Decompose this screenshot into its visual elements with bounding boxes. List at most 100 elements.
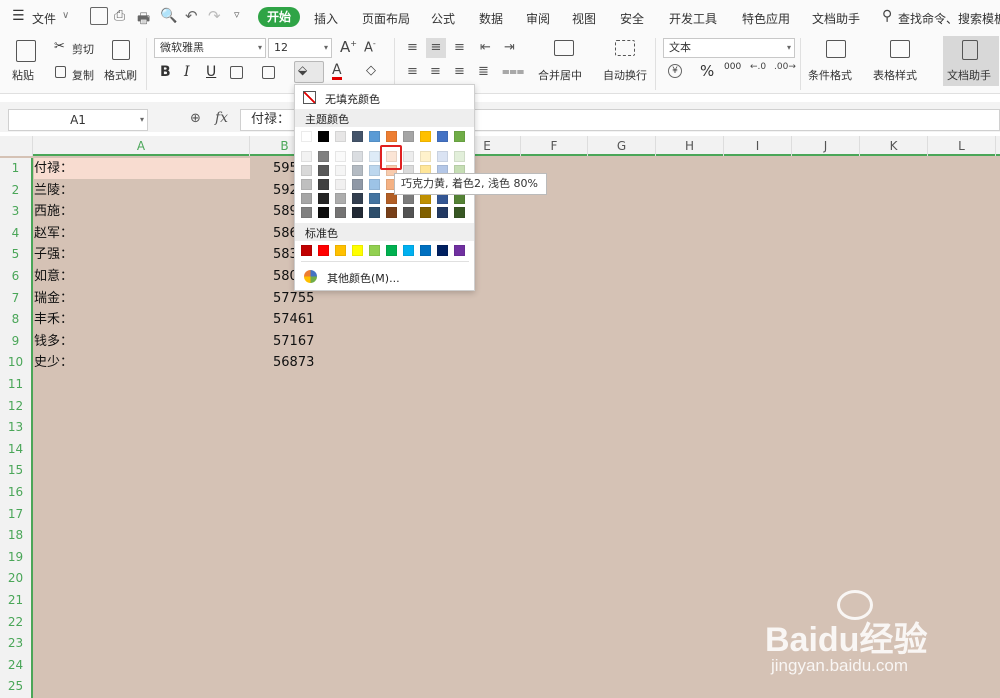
name-box[interactable]: A1 ▾ [8, 109, 148, 131]
search-command-input[interactable]: 查找命令、搜索模板 [898, 10, 1000, 27]
increase-font-icon[interactable]: A+ [340, 38, 357, 56]
row-header[interactable]: 16 [0, 482, 31, 504]
cell-a[interactable]: 如意： [34, 266, 73, 288]
theme-tint-swatch[interactable] [352, 151, 363, 162]
tab-data[interactable]: 数据 [479, 10, 503, 27]
font-color-icon[interactable]: A [332, 63, 342, 80]
copy-button[interactable]: 复制 [72, 67, 94, 83]
theme-color-swatch[interactable] [454, 131, 465, 142]
insert-function-button[interactable]: fx [215, 110, 228, 126]
standard-color-swatch[interactable] [301, 245, 312, 256]
theme-color-swatch[interactable] [420, 131, 431, 142]
underline-button[interactable]: U [206, 64, 216, 80]
percent-button[interactable]: % [700, 62, 714, 80]
search-icon[interactable]: ⚲ [882, 8, 892, 24]
decrease-font-icon[interactable]: A- [364, 39, 376, 55]
standard-color-swatch[interactable] [437, 245, 448, 256]
theme-tint-swatch[interactable] [352, 193, 363, 204]
theme-color-swatch[interactable] [301, 131, 312, 142]
tab-page-layout[interactable]: 页面布局 [362, 10, 410, 27]
column-header-j[interactable]: J [792, 136, 860, 156]
justify-icon[interactable]: ≣ [478, 64, 489, 79]
distributed-icon[interactable]: ⩶ [502, 64, 524, 79]
theme-tint-swatch[interactable] [403, 207, 414, 218]
align-center-icon[interactable]: ≡ [430, 64, 441, 79]
paste-icon[interactable] [16, 40, 36, 62]
decrease-decimal-icon[interactable]: .00→ [774, 62, 796, 72]
row-header[interactable]: 23 [0, 633, 31, 655]
print-preview-icon[interactable]: 🔍 [160, 8, 177, 24]
cell-a[interactable]: 赵军： [34, 223, 73, 245]
theme-tint-swatch[interactable] [301, 179, 312, 190]
row-header[interactable]: 13 [0, 417, 31, 439]
theme-tint-swatch[interactable] [335, 179, 346, 190]
theme-color-swatch[interactable] [352, 131, 363, 142]
standard-color-swatch[interactable] [454, 245, 465, 256]
cut-button[interactable]: 剪切 [72, 41, 94, 57]
number-format-select[interactable]: 文本 ▾ [663, 38, 795, 58]
theme-tint-swatch[interactable] [318, 207, 329, 218]
thousands-button[interactable]: 000 [724, 62, 741, 72]
column-header-l[interactable]: L [928, 136, 996, 156]
wrap-text-icon[interactable] [615, 40, 635, 56]
cell-a[interactable]: 子强： [34, 244, 73, 266]
column-header-g[interactable]: G [588, 136, 656, 156]
theme-tint-swatch[interactable] [301, 151, 312, 162]
cell-a[interactable]: 丰禾： [34, 309, 73, 331]
tab-developer[interactable]: 开发工具 [669, 10, 717, 27]
align-right-icon[interactable]: ≡ [454, 64, 465, 79]
merge-center-button[interactable]: 合并居中 [538, 67, 582, 83]
cell-a[interactable]: 瑞金： [34, 288, 73, 310]
bold-button[interactable]: B [160, 64, 171, 80]
theme-tint-swatch[interactable] [437, 207, 448, 218]
row-header[interactable]: 8 [0, 309, 31, 331]
column-header-f[interactable]: F [521, 136, 588, 156]
menu-icon[interactable]: ☰ [12, 9, 25, 23]
zoom-formula-icon[interactable]: ⊕ [190, 111, 201, 126]
indent-increase-icon[interactable]: ⇥ [504, 40, 515, 55]
theme-tint-swatch[interactable] [335, 151, 346, 162]
theme-tint-swatch[interactable] [369, 165, 380, 176]
cell-a[interactable]: 兰陵： [34, 180, 73, 202]
cell-a[interactable]: 钱多： [34, 331, 73, 353]
cell-a[interactable]: 付禄： [34, 158, 73, 180]
theme-tint-swatch[interactable] [318, 179, 329, 190]
paste-button[interactable]: 粘贴 [12, 67, 34, 83]
italic-button[interactable]: I [184, 64, 190, 80]
tab-view[interactable]: 视图 [572, 10, 596, 27]
theme-color-swatch[interactable] [318, 131, 329, 142]
cell-b[interactable]: 57167 [273, 331, 314, 353]
align-left-icon[interactable]: ≡ [407, 64, 418, 79]
row-header[interactable]: 6 [0, 266, 31, 288]
row-header[interactable]: 21 [0, 590, 31, 612]
cut-icon[interactable]: ✂ [54, 39, 65, 54]
standard-color-swatch[interactable] [420, 245, 431, 256]
theme-tint-swatch[interactable] [335, 207, 346, 218]
currency-icon[interactable]: ¥ [668, 64, 682, 78]
cell-a[interactable]: 史少： [34, 352, 73, 374]
standard-color-swatch[interactable] [403, 245, 414, 256]
fill-pattern-icon[interactable] [262, 66, 275, 79]
increase-decimal-icon[interactable]: ←.0 [750, 62, 766, 72]
row-header[interactable]: 20 [0, 568, 31, 590]
merge-center-icon[interactable] [554, 40, 574, 56]
row-header[interactable]: 14 [0, 439, 31, 461]
theme-tint-swatch[interactable] [301, 207, 312, 218]
standard-color-swatch[interactable] [318, 245, 329, 256]
theme-tint-swatch[interactable] [352, 165, 363, 176]
standard-color-swatch[interactable] [369, 245, 380, 256]
theme-tint-swatch[interactable] [369, 179, 380, 190]
tab-security[interactable]: 安全 [620, 10, 644, 27]
font-size-select[interactable]: 12 ▾ [268, 38, 332, 58]
file-menu[interactable]: 文件 [32, 10, 56, 27]
clear-format-icon[interactable]: ◇ [366, 63, 376, 78]
theme-tint-swatch[interactable] [335, 193, 346, 204]
theme-tint-swatch[interactable] [301, 165, 312, 176]
theme-color-swatch[interactable] [386, 131, 397, 142]
theme-tint-swatch[interactable] [318, 165, 329, 176]
border-icon[interactable] [230, 66, 243, 79]
standard-color-swatch[interactable] [335, 245, 346, 256]
row-header[interactable]: 7 [0, 288, 31, 310]
row-header[interactable]: 2 [0, 180, 31, 202]
theme-tint-swatch[interactable] [369, 151, 380, 162]
